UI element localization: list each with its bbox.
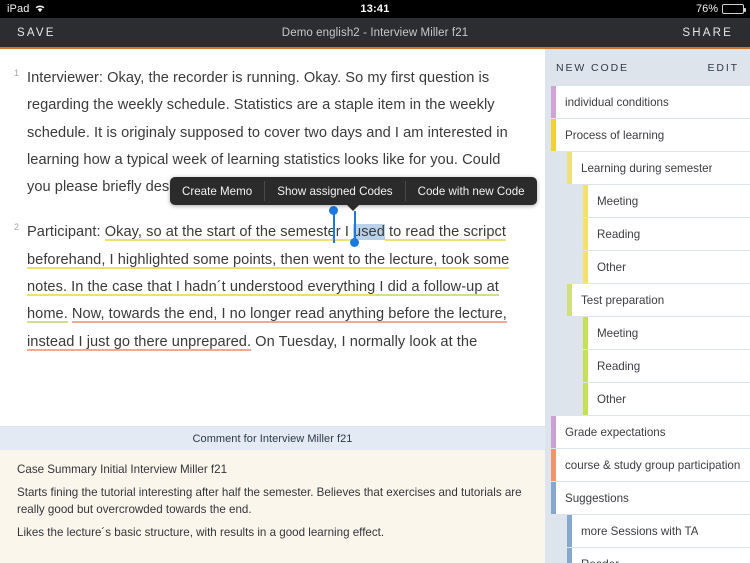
code-label: Test preparation [581,293,665,307]
paragraph-number: 1 [14,68,20,78]
code-label: Meeting [597,194,639,208]
code-list-item[interactable]: Other [583,251,750,283]
code-list-item[interactable]: Reading [583,218,750,250]
selection-bar-start [333,211,335,243]
app-root: iPad 13:41 76% SAVE Demo english2 - Inte… [0,0,750,563]
code-list-item[interactable]: Suggestions [551,482,750,514]
new-code-button[interactable]: NEW CODE [556,62,629,74]
code-label: Other [597,260,626,274]
coded-text-span[interactable]: Okay, so at the start of the semester I [104,224,354,242]
code-label: Process of learning [565,128,665,142]
document-title: Demo english2 - Interview Miller f21 [281,26,469,39]
code-list-item[interactable]: individual conditions [551,86,750,118]
comment-line: Starts fining the tutorial interesting a… [17,486,522,516]
code-label: Meeting [597,326,639,340]
context-menu-item-show-assigned-codes[interactable]: Show assigned Codes [265,177,404,205]
battery-percent-label: 76% [695,3,718,15]
comment-header: Comment for Interview Miller f21 [0,427,545,450]
edit-button[interactable]: EDIT [707,62,739,74]
context-menu-item-create-memo[interactable]: Create Memo [170,177,264,205]
code-label: Reading [597,227,641,241]
text-span: On Tuesday, I normally look at the [251,333,478,350]
transcript-paragraph[interactable]: 2 Participant: Okay, so at the start of … [0,219,545,355]
selection-handle-start[interactable] [329,206,338,215]
code-label: Learning during semester [581,161,713,175]
status-bar-clock: 13:41 [360,3,390,15]
context-menu-item-code-with-new-code[interactable]: Code with new Code [406,177,537,205]
code-list-item[interactable]: Process of learning [551,119,750,151]
code-label: course & study group participation [565,458,741,472]
code-label: Reading [597,359,641,373]
code-label: Grade expectations [565,425,666,439]
code-label: Other [597,392,626,406]
code-list-item[interactable]: Meeting [583,317,750,349]
comment-line: Case Summary Initial Interview Miller f2… [17,463,228,476]
transcript-pane[interactable]: 1 Interviewer: Okay, the recorder is run… [0,49,545,426]
text-context-menu[interactable]: Create Memo Show assigned Codes Code with … [170,177,537,211]
comment-pane: Comment for Interview Miller f21 Case Su… [0,426,545,563]
battery-icon [722,4,746,14]
code-label: more Sessions with TA [581,524,699,538]
status-bar-right: 76% [695,3,746,15]
code-list-item[interactable]: Other [583,383,750,415]
comment-line: Likes the lecture´s basic structure, wit… [17,526,385,539]
paragraph-text[interactable]: Participant: Okay, so at the start of th… [27,219,527,355]
code-list-item[interactable]: Test preparation [567,284,750,316]
selection-handle-end[interactable] [350,238,359,247]
text-span: Participant: [27,224,105,241]
status-bar: iPad 13:41 76% [0,0,750,18]
code-list-item[interactable]: more Sessions with TA [567,515,750,547]
paragraph-number: 2 [14,222,20,233]
code-list[interactable]: individual conditions Process of learning… [545,86,750,563]
code-list-item[interactable]: Learning during semester [567,152,750,184]
code-list-item[interactable]: course & study group participation [551,449,750,481]
code-list-item[interactable]: Reader [567,548,750,563]
selected-text[interactable]: used [353,224,385,241]
app-toolbar: SAVE Demo english2 - Interview Miller f2… [0,18,750,47]
code-sidebar[interactable]: NEW CODE EDIT individual conditions Proce… [545,49,750,563]
code-list-item[interactable]: Reading [583,350,750,382]
code-sidebar-header: NEW CODE EDIT [545,49,750,86]
code-list-item[interactable]: Grade expectations [551,416,750,448]
code-label: individual conditions [565,95,669,109]
code-list-item[interactable]: Meeting [583,185,750,217]
code-label: Reader [572,558,619,563]
code-label: Suggestions [565,491,629,505]
share-button[interactable]: SHARE [682,18,733,47]
context-menu-arrow [347,205,360,211]
comment-body[interactable]: Case Summary Initial Interview Miller f2… [0,450,545,541]
